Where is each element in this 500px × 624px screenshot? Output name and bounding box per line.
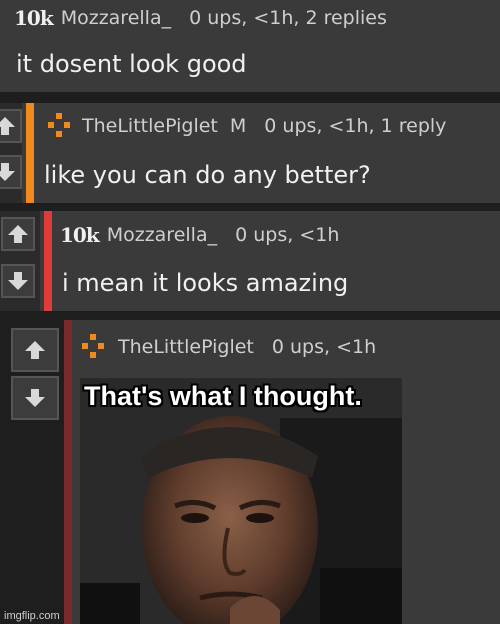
comment-header: 10k Mozzarella_ 0 ups, <1h (60, 223, 339, 247)
upvote-button[interactable] (11, 328, 59, 372)
vote-column (0, 103, 22, 203)
meme-caption: That's what I thought. (84, 381, 362, 411)
username-link[interactable]: TheLittlePiglet (118, 336, 254, 358)
10k-badge: 10k (14, 6, 54, 30)
upvote-button[interactable] (0, 109, 22, 143)
comment-3: 10k Mozzarella_ 0 ups, <1h i mean it loo… (0, 211, 500, 311)
user-avatar-icon (82, 334, 104, 360)
username-link[interactable]: TheLittlePiglet (82, 115, 218, 137)
comment-meta: 0 ups, <1h, 2 replies (189, 7, 387, 29)
thread-bar (44, 211, 52, 311)
thread-bar (64, 320, 72, 624)
down-arrow-icon (25, 389, 45, 407)
thread-bar (26, 103, 34, 203)
meme-image[interactable]: That's what I thought. (80, 378, 402, 624)
downvote-button[interactable] (11, 376, 59, 420)
up-arrow-icon (8, 225, 28, 243)
down-arrow-icon (8, 272, 28, 290)
comment-meta: 0 ups, <1h (271, 336, 377, 358)
up-arrow-icon (25, 341, 45, 359)
downvote-button[interactable] (0, 155, 22, 189)
comment-meta: 0 ups, <1h (235, 224, 340, 246)
comment-header: TheLittlePiglet 0 ups, <1h (82, 334, 376, 360)
comment-text: it dosent look good (16, 50, 247, 78)
downvote-button[interactable] (1, 264, 35, 298)
comment-text: like you can do any better? (44, 161, 371, 189)
comment-header: TheLittlePiglet M 0 ups, <1h, 1 reply (48, 113, 446, 139)
mod-tag: M (229, 115, 247, 137)
down-arrow-icon (0, 163, 15, 181)
comment-2: TheLittlePiglet M 0 ups, <1h, 1 reply li… (0, 103, 500, 203)
comment-1: 10k Mozzarella_ 0 ups, <1h, 2 replies it… (0, 0, 500, 92)
10k-badge: 10k (60, 223, 100, 247)
up-arrow-icon (0, 117, 15, 135)
user-avatar-icon (48, 113, 70, 139)
comment-header: 10k Mozzarella_ 0 ups, <1h, 2 replies (14, 6, 387, 30)
upvote-button[interactable] (1, 217, 35, 251)
username-link[interactable]: Mozzarella_ (107, 224, 217, 246)
vote-column (0, 211, 40, 311)
vote-column (0, 320, 62, 624)
username-link[interactable]: Mozzarella_ (61, 7, 171, 29)
watermark: imgflip.com (4, 610, 60, 622)
comment-meta: 0 ups, <1h, 1 reply (264, 115, 447, 137)
comment-text: i mean it looks amazing (62, 269, 349, 297)
